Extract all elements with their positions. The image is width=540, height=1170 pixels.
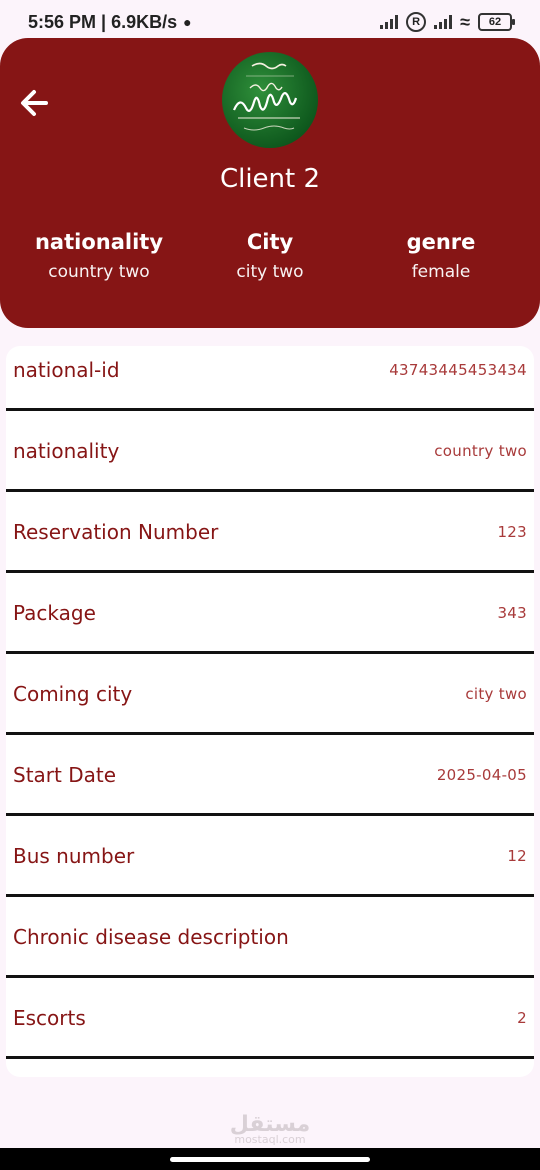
detail-value: 2025-04-05 — [436, 765, 527, 784]
stat-nationality: nationality country two — [9, 230, 189, 282]
detail-value: 123 — [497, 522, 527, 541]
detail-row-nationality: nationality country two — [6, 412, 534, 492]
detail-row-national-id: national-id 43743445453434 — [6, 331, 534, 411]
detail-row-start-date: Start Date 2025-04-05 — [6, 736, 534, 816]
status-left: 5:56 PM | 6.9KB/s ● — [28, 12, 192, 33]
detail-value: 43743445453434 — [389, 360, 527, 379]
detail-label: Reservation Number — [13, 519, 219, 544]
detail-label: nationality — [13, 438, 120, 463]
stat-title: nationality — [34, 230, 164, 254]
detail-row-reservation-number: Reservation Number 123 — [6, 493, 534, 573]
stat-value: country two — [48, 262, 150, 282]
stat-value: female — [411, 262, 471, 282]
detail-value: country two — [434, 441, 527, 460]
home-indicator[interactable] — [170, 1157, 370, 1162]
stat-city: City city two — [180, 230, 360, 282]
detail-row-chronic-disease: Chronic disease description — [6, 898, 534, 978]
stat-title: City — [246, 230, 294, 254]
detail-label: Escorts — [13, 1005, 86, 1030]
detail-value: 343 — [497, 603, 527, 622]
eid-calligraphy-image — [232, 62, 300, 131]
details-card: national-id 43743445453434 nationality c… — [6, 346, 534, 1077]
detail-row-escorts: Escorts 2 — [6, 979, 534, 1059]
back-arrow-svg — [21, 90, 48, 116]
detail-label: Start Date — [13, 762, 117, 787]
watermark: مستقل mostaql.com — [0, 1112, 540, 1146]
status-right: R ≈ 62 — [380, 11, 515, 33]
messenger-icon: ● — [183, 14, 192, 30]
detail-row-package: Package 343 — [6, 574, 534, 654]
back-arrow-icon[interactable] — [16, 84, 54, 122]
detail-row-coming-city: Coming city city two — [6, 655, 534, 735]
stat-value: city two — [236, 262, 304, 282]
detail-label: national-id — [13, 357, 120, 382]
detail-label: Chronic disease description — [13, 924, 289, 949]
watermark-sub: mostaql.com — [234, 1133, 306, 1146]
signal-icon — [380, 15, 399, 29]
avatar — [222, 52, 318, 148]
client-header: Client 2 nationality country two City ci… — [0, 38, 540, 328]
detail-value: 2 — [517, 1008, 527, 1027]
detail-label: Package — [13, 600, 96, 625]
detail-label: Bus number — [13, 843, 135, 868]
detail-value: 12 — [507, 846, 527, 865]
registered-icon: R — [406, 12, 427, 32]
detail-value: city two — [465, 684, 527, 703]
stat-genre: genre female — [351, 230, 531, 282]
stat-title: genre — [406, 230, 476, 254]
status-time: 5:56 PM | 6.9KB/s — [28, 11, 178, 32]
wifi-icon: ≈ — [460, 11, 470, 32]
client-name: Client 2 — [219, 164, 321, 194]
battery-icon: 62 — [478, 13, 515, 31]
detail-label: Coming city — [13, 681, 133, 706]
signal-icon-2 — [434, 15, 453, 29]
detail-row-bus-number: Bus number 12 — [6, 817, 534, 897]
